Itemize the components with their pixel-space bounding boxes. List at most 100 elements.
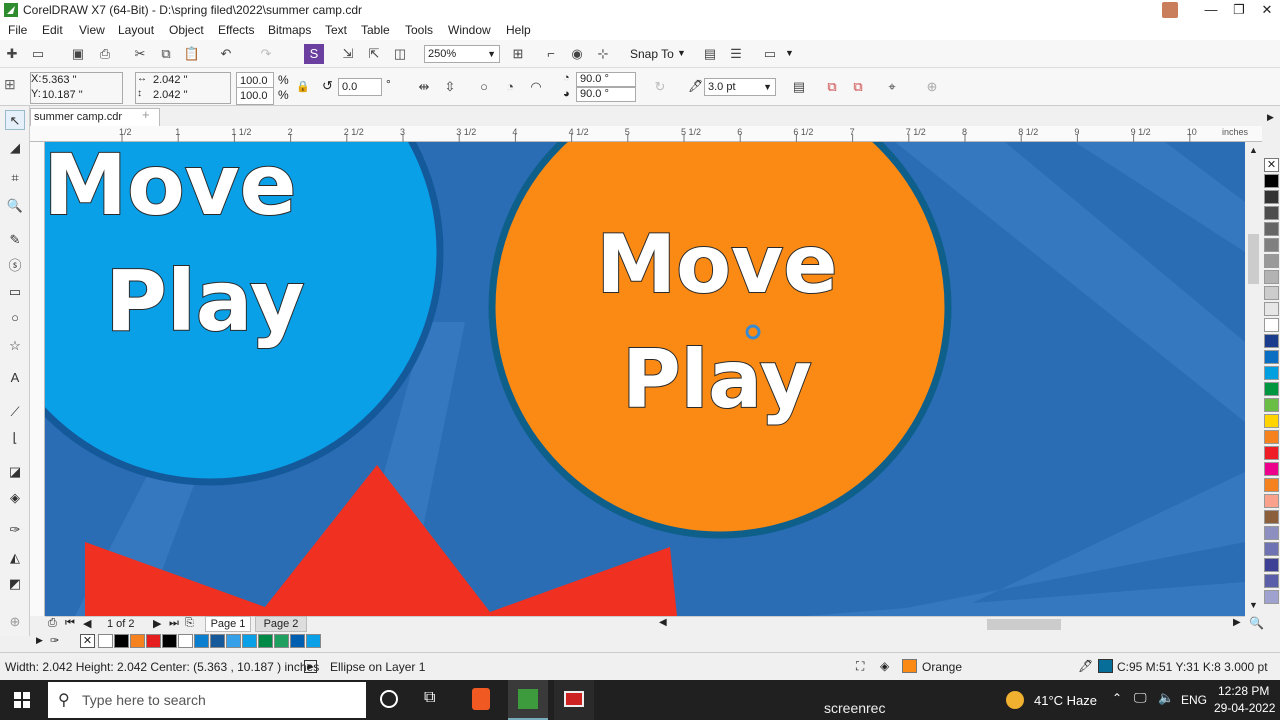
scale-height-field[interactable]: 100.0 xyxy=(236,87,274,105)
palette-swatch[interactable] xyxy=(1264,382,1279,396)
palette-swatch[interactable] xyxy=(1264,478,1279,492)
pick-tool-icon[interactable]: ↖ xyxy=(5,110,25,130)
mirror-vertical-icon[interactable]: ⇳ xyxy=(440,77,460,97)
tab-page-1[interactable]: Page 1 xyxy=(205,616,251,632)
language-indicator[interactable]: ENG xyxy=(1181,693,1207,707)
import-icon[interactable]: ⇲ xyxy=(338,44,358,64)
snap-to-button[interactable]: Snap To xyxy=(630,47,674,61)
print-icon[interactable]: ⎙ xyxy=(95,44,115,64)
copy-icon[interactable]: ⧉ xyxy=(156,44,176,64)
palette-swatch[interactable] xyxy=(1264,574,1279,588)
rectangle-tool-icon[interactable]: ▭ xyxy=(5,282,25,302)
transparency-tool-icon[interactable]: ◈ xyxy=(5,488,25,508)
add-preset-icon[interactable]: ⊕ xyxy=(922,77,942,97)
polygon-tool-icon[interactable]: ☆ xyxy=(5,336,25,356)
eyedropper-tool-icon[interactable]: ✑ xyxy=(5,520,25,540)
coreldraw-taskbar-button[interactable] xyxy=(508,680,548,720)
undo-icon[interactable]: ↶ xyxy=(216,44,236,64)
palette-swatch[interactable] xyxy=(1264,558,1279,572)
tab-summer-camp[interactable]: summer camp.cdr xyxy=(30,108,160,126)
add-tool-icon[interactable]: ⊕ xyxy=(5,612,25,632)
to-back-icon[interactable]: ⧉ xyxy=(848,77,868,97)
export-icon[interactable]: ⇱ xyxy=(364,44,384,64)
weather-text[interactable]: 41°C Haze xyxy=(1034,693,1097,708)
scroll-down-icon[interactable]: ▼ xyxy=(1249,600,1258,610)
palette-swatch[interactable] xyxy=(1264,174,1279,188)
rulers-icon[interactable]: ⌐ xyxy=(541,44,561,64)
palette-swatch[interactable] xyxy=(1264,270,1279,284)
vertical-scroll-thumb[interactable] xyxy=(1248,234,1259,284)
crop-tool-icon[interactable]: ⌗ xyxy=(5,168,25,188)
interactive-fill-tool-icon[interactable]: ◭ xyxy=(5,548,25,568)
freehand-tool-icon[interactable]: ✎ xyxy=(5,230,25,250)
document-palette-swatch[interactable] xyxy=(98,634,113,648)
palette-swatch[interactable] xyxy=(1264,590,1279,604)
document-palette-swatch[interactable] xyxy=(274,634,289,648)
palette-swatch[interactable] xyxy=(1264,206,1279,220)
open-icon[interactable]: ▭ xyxy=(28,44,48,64)
outline-color-swatch[interactable] xyxy=(1098,659,1113,673)
align-icon[interactable]: ☰ xyxy=(726,44,746,64)
drop-shadow-tool-icon[interactable]: ◪ xyxy=(5,462,25,482)
palette-swatch[interactable] xyxy=(1264,238,1279,252)
ellipse-tool-icon[interactable]: ○ xyxy=(5,308,25,328)
document-palette-swatch[interactable] xyxy=(290,634,305,648)
document-palette-swatch[interactable] xyxy=(226,634,241,648)
menu-tools[interactable]: Tools xyxy=(405,23,433,37)
save-icon[interactable]: ▣ xyxy=(68,44,88,64)
start-angle-field[interactable]: 90.0 ° xyxy=(576,72,636,87)
full-screen-preview-icon[interactable]: ⊞ xyxy=(508,44,528,64)
menu-table[interactable]: Table xyxy=(361,23,390,37)
grid-icon[interactable]: ◉ xyxy=(567,44,587,64)
smart-fill-tool-icon[interactable]: ◩ xyxy=(5,574,25,594)
end-angle-field[interactable]: 90.0 ° xyxy=(576,87,636,102)
account-icon[interactable] xyxy=(1162,2,1178,18)
document-palette-swatch[interactable] xyxy=(178,634,193,648)
status-expand-icon[interactable]: ▶ xyxy=(304,660,317,673)
palette-scroll-up-icon[interactable]: ▶ xyxy=(1267,112,1274,123)
weather-haze-icon[interactable] xyxy=(1006,691,1024,709)
shape-tool-icon[interactable]: ◢ xyxy=(5,138,25,158)
palette-swatch[interactable] xyxy=(1264,318,1279,332)
menu-object[interactable]: Object xyxy=(169,23,204,37)
first-page-icon[interactable]: ⏮ xyxy=(65,617,75,630)
vertical-ruler[interactable] xyxy=(30,142,45,616)
mirror-horizontal-icon[interactable]: ⇹ xyxy=(414,77,434,97)
drawing-canvas[interactable]: Move Play Move Play xyxy=(45,142,1245,616)
ellipse-icon[interactable]: ○ xyxy=(474,77,494,97)
palette-swatch[interactable] xyxy=(1264,286,1279,300)
publish-pdf-icon[interactable]: ◫ xyxy=(390,44,410,64)
palette-swatch[interactable] xyxy=(1264,542,1279,556)
network-icon[interactable]: 🖵 xyxy=(1134,690,1147,706)
tab-page-2[interactable]: Page 2 xyxy=(255,616,307,632)
palette-swatch[interactable] xyxy=(1264,222,1279,236)
artistic-media-tool-icon[interactable]: ⓢ xyxy=(5,256,25,276)
show-hidden-icons[interactable]: ⌃ xyxy=(1112,691,1122,705)
connector-tool-icon[interactable]: ⌊ xyxy=(5,428,25,448)
guidelines-icon[interactable]: ⊹ xyxy=(593,44,613,64)
palette-swatch[interactable] xyxy=(1264,462,1279,476)
next-page-icon[interactable]: ▶ xyxy=(153,617,161,630)
fill-bucket-icon[interactable]: ◈ xyxy=(880,659,889,673)
arc-icon[interactable]: ◠ xyxy=(526,77,546,97)
eyedropper-icon[interactable]: ✑ xyxy=(50,634,59,647)
document-palette-swatch[interactable] xyxy=(130,634,145,648)
parallel-dimension-tool-icon[interactable]: ⟋ xyxy=(5,402,25,422)
document-palette-swatch[interactable] xyxy=(242,634,257,648)
outline-width-select[interactable]: 3.0 pt ▼ xyxy=(704,78,776,96)
menu-view[interactable]: View xyxy=(79,23,105,37)
palette-swatch[interactable] xyxy=(1264,350,1279,364)
document-palette-swatch[interactable] xyxy=(162,634,177,648)
screenrec-taskbar-button[interactable] xyxy=(554,680,594,720)
zoom-tool-icon[interactable]: 🔍 xyxy=(5,196,25,216)
windows-start-icon[interactable] xyxy=(14,692,30,708)
document-palette-swatch[interactable] xyxy=(114,634,129,648)
pie-icon[interactable]: ◔ xyxy=(500,77,520,97)
vertical-scrollbar[interactable]: ▲ ▼ xyxy=(1245,142,1262,616)
document-palette-swatch[interactable] xyxy=(194,634,209,648)
wrap-text-icon[interactable]: ▤ xyxy=(789,77,809,97)
page-options-icon[interactable]: ⎙ xyxy=(48,617,57,630)
menu-help[interactable]: Help xyxy=(506,23,531,37)
object-origin-icon[interactable]: ⊞ xyxy=(4,76,22,94)
new-document-icon[interactable]: ✚ xyxy=(2,44,22,64)
